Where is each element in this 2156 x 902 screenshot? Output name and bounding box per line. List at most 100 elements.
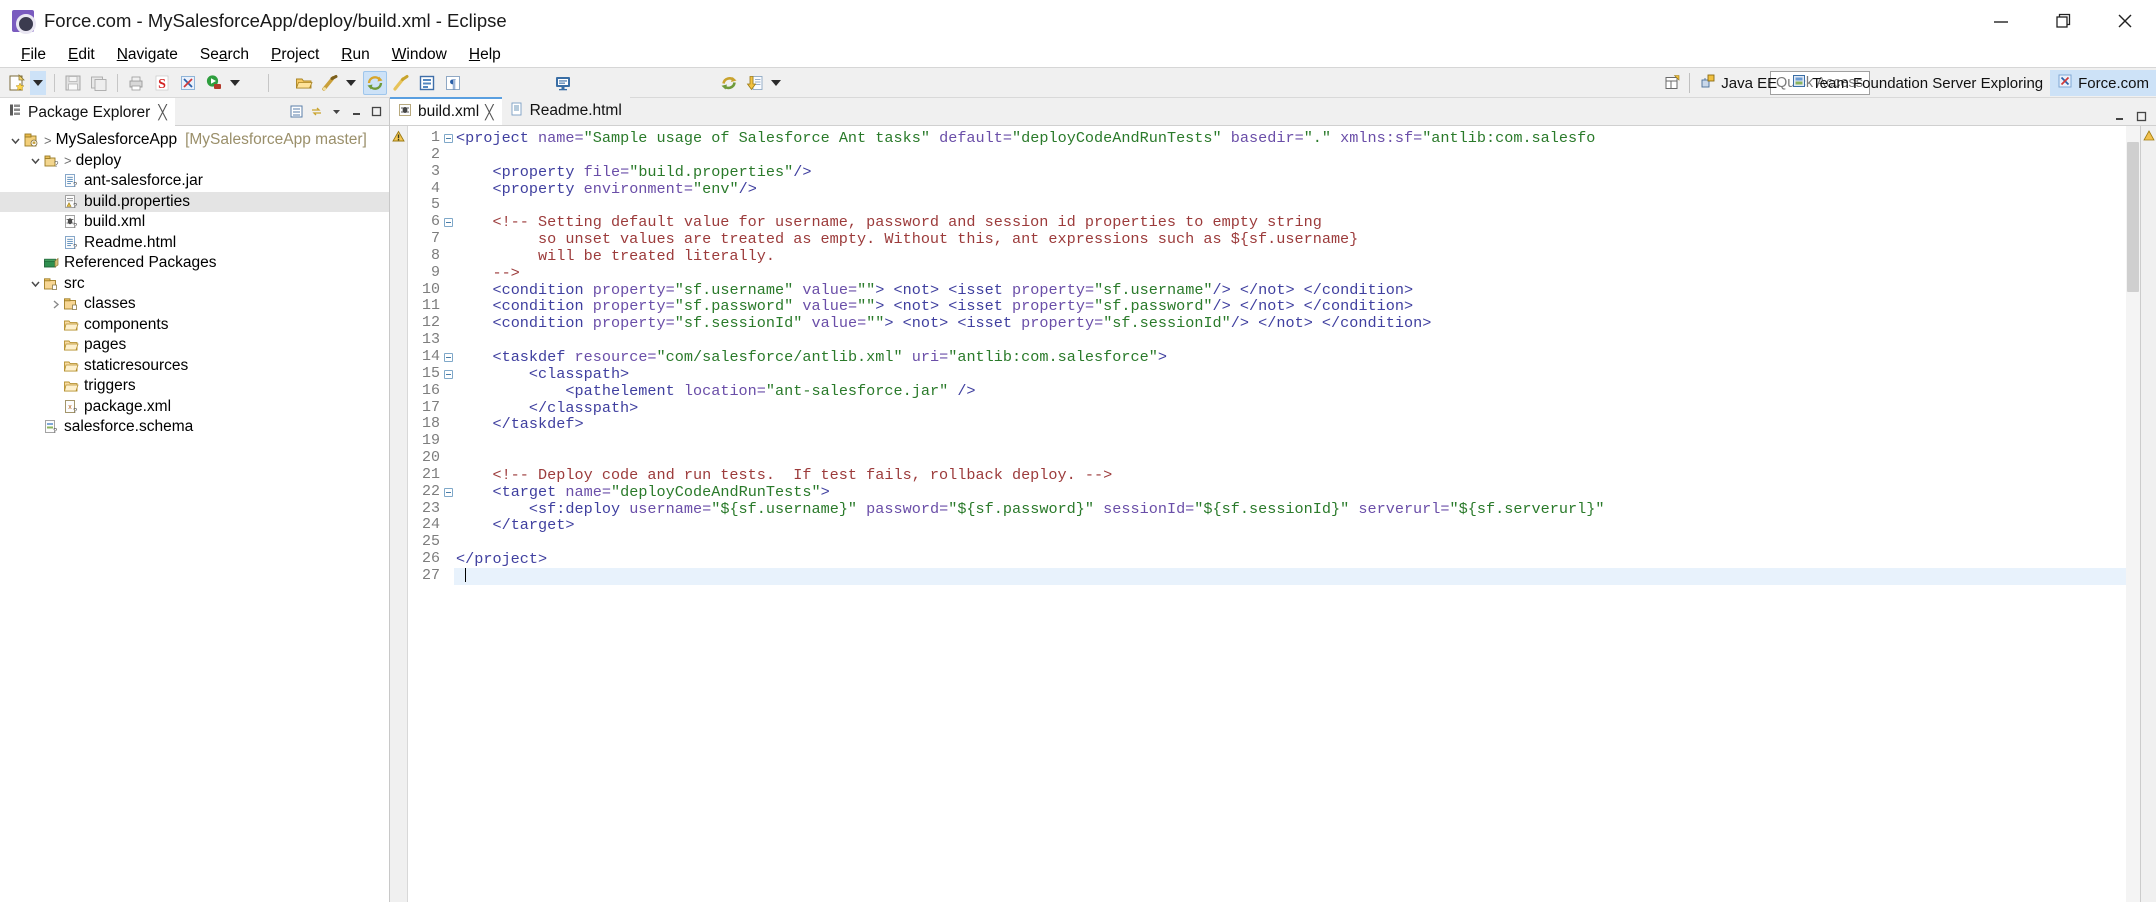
menu-navigate[interactable]: Navigate (106, 44, 189, 66)
link-editor-icon[interactable] (307, 103, 325, 121)
code-line[interactable]: <project name="Sample usage of Salesforc… (454, 130, 2140, 147)
block-selection-icon[interactable] (415, 71, 439, 95)
code-line[interactable] (454, 534, 2140, 551)
code-line[interactable] (454, 147, 2140, 164)
restore-button[interactable] (2032, 0, 2094, 42)
code-line[interactable] (454, 332, 2140, 349)
external-tools-icon[interactable] (318, 71, 342, 95)
save-all-icon[interactable] (87, 71, 111, 95)
tree-item-pages[interactable]: pages (0, 335, 389, 356)
tree-item-readme-html[interactable]: ? Readme.html (0, 233, 389, 254)
code-line[interactable]: </classpath> (454, 399, 2140, 417)
fold-toggle-icon[interactable] (442, 349, 454, 366)
collapse-box-icon[interactable] (443, 369, 453, 379)
tree-item-src[interactable]: src (0, 274, 389, 295)
open-perspective-icon[interactable] (1658, 70, 1686, 96)
fold-toggle-icon[interactable] (442, 130, 454, 147)
pilcrow-icon[interactable]: ¶ (441, 71, 465, 95)
code-line[interactable]: <target name="deployCodeAndRunTests"> (454, 483, 2140, 501)
menu-window[interactable]: Window (381, 44, 458, 66)
fold-toggle-icon[interactable] (442, 366, 454, 383)
fold-toggle-icon[interactable] (442, 484, 454, 501)
collapse-box-icon[interactable] (443, 133, 453, 143)
code-line[interactable]: <classpath> (454, 365, 2140, 383)
code-line[interactable]: </target> (454, 517, 2140, 534)
menu-search[interactable]: Search (189, 44, 260, 66)
scrollbar-thumb[interactable] (2127, 142, 2139, 292)
code-line[interactable] (454, 433, 2140, 450)
save-icon[interactable] (61, 71, 85, 95)
tree-item-package-xml[interactable]: x? package.xml (0, 397, 389, 418)
tree-item-build-xml[interactable]: ? build.xml (0, 212, 389, 233)
open-folder-icon[interactable] (292, 71, 316, 95)
new-dropdown-chevron-down-icon[interactable] (30, 70, 46, 95)
tree-item-build-properties[interactable]: ? build.properties (0, 191, 389, 212)
tree-item-mysalesforceapp[interactable]: > MySalesforceApp [MySalesforceApp master] (0, 130, 389, 151)
tree-item-triggers[interactable]: triggers (0, 376, 389, 397)
code-line[interactable]: <!-- Setting default value for username,… (454, 214, 2140, 231)
menu-project[interactable]: Project (260, 44, 330, 66)
new-file-icon[interactable] (5, 71, 29, 95)
collapse-all-icon[interactable] (287, 103, 305, 121)
menu-help[interactable]: Help (458, 44, 512, 66)
tree-item-deploy[interactable]: ? > deploy (0, 151, 389, 172)
code-viewport[interactable]: <project name="Sample usage of Salesforc… (454, 126, 2140, 902)
maximize-editor-icon[interactable] (2132, 107, 2150, 125)
tree-item-staticresources[interactable]: staticresources (0, 356, 389, 377)
code-line[interactable]: </project> (454, 551, 2140, 568)
chevron-right-icon[interactable] (48, 299, 62, 310)
console-monitor-icon[interactable] (551, 71, 575, 95)
code-line[interactable] (454, 197, 2140, 214)
chevron-down-icon[interactable] (8, 135, 22, 146)
code-line[interactable]: <pathelement location="ant-salesforce.ja… (454, 382, 2140, 400)
collapse-box-icon[interactable] (443, 487, 453, 497)
external-tools-dropdown-chevron-down-icon[interactable] (343, 71, 359, 95)
tab-package-explorer[interactable]: Package Explorer ╳ (0, 97, 175, 126)
code-line[interactable]: <taskdef resource="com/salesforce/antlib… (454, 349, 2140, 366)
code-line[interactable]: <!-- Deploy code and run tests. If test … (454, 466, 2140, 484)
collapse-box-icon[interactable] (443, 352, 453, 362)
folding-ruler[interactable] (442, 126, 454, 902)
code-line[interactable]: <condition property="sf.username" value=… (454, 281, 2140, 299)
warning-marker-icon[interactable] (392, 130, 406, 144)
run-green-icon[interactable] (202, 71, 226, 95)
chevron-down-icon[interactable] (28, 278, 42, 289)
code-line[interactable]: so unset values are treated as empty. Wi… (454, 231, 2140, 248)
menu-run[interactable]: Run (330, 44, 380, 66)
fold-toggle-icon[interactable] (442, 214, 454, 231)
package-explorer-tree[interactable]: > MySalesforceApp [MySalesforceApp master]… (0, 126, 389, 902)
refresh-arrows-icon[interactable] (363, 70, 387, 95)
editor-tab-build-xml[interactable]: build.xml ╳ (390, 97, 502, 125)
menu-edit[interactable]: Edit (57, 44, 106, 66)
tree-item-referenced-packages[interactable]: Referenced Packages (0, 253, 389, 274)
code-line[interactable]: <sf:deploy username="${sf.username}" pas… (454, 500, 2140, 518)
close-icon[interactable]: ╳ (158, 104, 166, 121)
run-dropdown-chevron-down-icon[interactable] (227, 71, 243, 95)
code-line[interactable]: <condition property="sf.sessionId" value… (454, 315, 2140, 332)
code-line[interactable]: </taskdef> (454, 416, 2140, 433)
code-line[interactable]: will be treated literally. (454, 247, 2140, 265)
editor-vertical-scrollbar[interactable] (2126, 126, 2140, 902)
close-button[interactable] (2094, 0, 2156, 42)
force-x-icon[interactable] (176, 71, 200, 95)
tree-item-components[interactable]: components (0, 315, 389, 336)
close-icon[interactable]: ╳ (485, 104, 493, 121)
code-line[interactable]: --> (454, 264, 2140, 282)
overview-ruler[interactable] (2140, 126, 2156, 902)
perspective-tab-tfs-exploring[interactable]: Team Foundation Server Exploring (1784, 70, 2050, 96)
code-line[interactable]: <property file="build.properties"/> (454, 163, 2140, 181)
maximize-view-icon[interactable] (367, 103, 385, 121)
view-menu-icon[interactable] (327, 103, 345, 121)
retrieve-dropdown-chevron-down-icon[interactable] (768, 71, 784, 95)
source-code[interactable]: <project name="Sample usage of Salesforc… (454, 130, 2140, 585)
minimize-editor-icon[interactable] (2110, 107, 2128, 125)
print-icon[interactable] (124, 71, 148, 95)
chevron-down-icon[interactable] (28, 155, 42, 166)
menu-file[interactable]: File (10, 44, 57, 66)
tree-item-classes[interactable]: classes (0, 294, 389, 315)
marker-ruler[interactable] (390, 126, 408, 902)
perspective-tab-forcecom[interactable]: Force.com (2050, 70, 2156, 96)
code-line[interactable] (454, 450, 2140, 467)
code-line[interactable]: <condition property="sf.password" value=… (454, 298, 2140, 315)
minimize-button[interactable] (1970, 0, 2032, 42)
